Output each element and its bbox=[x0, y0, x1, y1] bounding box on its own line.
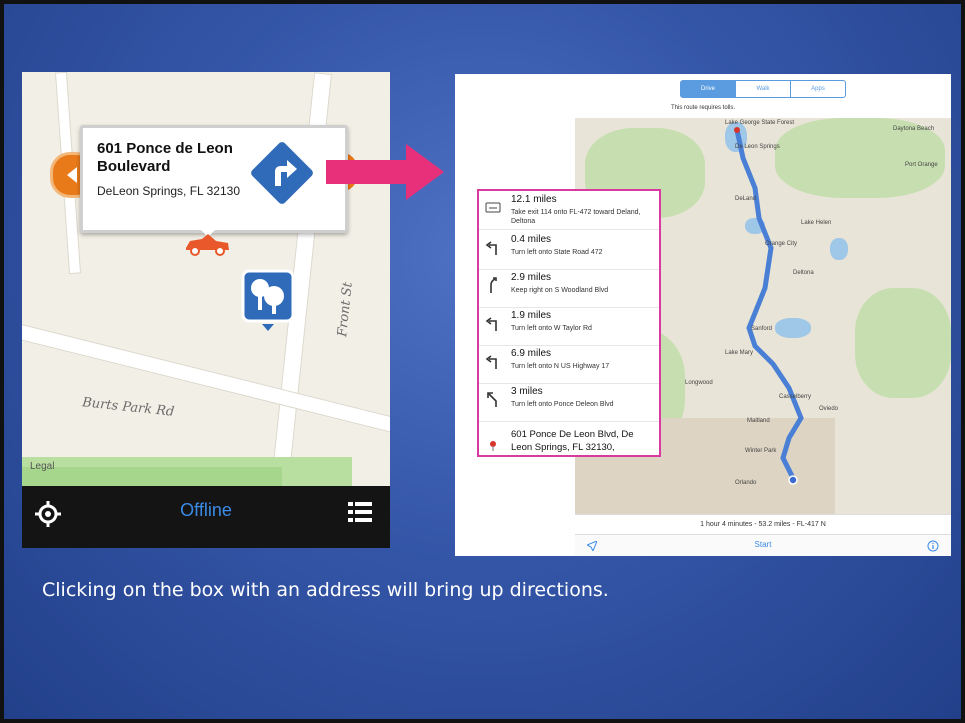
start-button[interactable]: Start bbox=[575, 540, 951, 549]
park-icon[interactable] bbox=[240, 268, 296, 332]
city-label: De Leon Springs bbox=[735, 144, 780, 150]
city-label: Winter Park bbox=[745, 448, 777, 454]
direction-step[interactable]: 0.4 miles Turn left onto State Road 472 bbox=[479, 231, 659, 270]
step-instruction: Turn left onto N US Highway 17 bbox=[511, 363, 610, 370]
street-label: Burts Park Rd bbox=[81, 395, 175, 420]
bottom-toolbar: Offline bbox=[22, 486, 390, 548]
direction-step[interactable]: 1.9 miles Turn left onto W Taylor Rd bbox=[479, 307, 659, 346]
tab-drive[interactable]: Drive bbox=[681, 81, 736, 97]
tab-walk[interactable]: Walk bbox=[736, 81, 791, 97]
step-distance: 6.9 miles bbox=[511, 348, 552, 359]
city-label: Oviedo bbox=[819, 406, 839, 412]
turn-left-icon bbox=[485, 317, 497, 331]
destination-pin-icon bbox=[490, 441, 496, 451]
arrow-icon bbox=[326, 144, 444, 200]
step-distance: 3 miles bbox=[511, 386, 543, 397]
step-distance: 0.4 miles bbox=[511, 234, 552, 245]
turn-left-icon bbox=[485, 355, 497, 369]
city-label: Lake George State Forest bbox=[725, 120, 795, 126]
car-icon[interactable] bbox=[182, 232, 232, 256]
city-label: Deltona bbox=[793, 270, 814, 276]
slide-caption: Clicking on the box with an address will… bbox=[42, 579, 609, 601]
city-label: Longwood bbox=[685, 380, 713, 386]
step-instruction: Turn left onto State Road 472 bbox=[511, 249, 603, 256]
step-instruction: Take exit 114 onto FL-472 toward Deland,… bbox=[511, 209, 641, 225]
turn-left-icon bbox=[485, 241, 497, 255]
info-icon[interactable] bbox=[927, 540, 939, 552]
step-distance: 2.9 miles bbox=[511, 272, 552, 283]
city-label: Orlando bbox=[735, 480, 757, 486]
city-label: Orange City bbox=[765, 241, 798, 247]
tab-apps[interactable]: Apps bbox=[791, 81, 845, 97]
direction-step[interactable]: 12.1 miles Take exit 114 onto FL-472 tow… bbox=[479, 191, 659, 230]
exit-icon bbox=[485, 202, 501, 213]
step-instruction: Turn left onto Ponce Deleon Blvd bbox=[511, 401, 614, 408]
directions-list: 12.1 miles Take exit 114 onto FL-472 tow… bbox=[477, 189, 661, 457]
step-instruction: Keep right on S Woodland Blvd bbox=[511, 287, 609, 294]
directions-turn-icon[interactable] bbox=[247, 138, 317, 208]
slight-left-icon bbox=[487, 392, 497, 407]
city-label: Maitland bbox=[747, 418, 770, 424]
address-callout[interactable]: 601 Ponce de Leon Boulevard DeLeon Sprin… bbox=[80, 125, 348, 233]
direction-step[interactable]: 2.9 miles Keep right on S Woodland Blvd bbox=[479, 269, 659, 308]
city-label: Lake Mary bbox=[725, 350, 754, 356]
transport-mode-tabs: Drive Walk Apps bbox=[680, 80, 846, 98]
keep-right-icon bbox=[490, 277, 497, 293]
offline-status: Offline bbox=[180, 500, 232, 520]
city-label: Lake Helen bbox=[801, 220, 832, 226]
city-label: Casselberry bbox=[779, 394, 812, 400]
road bbox=[22, 321, 390, 439]
step-instruction: Turn left onto W Taylor Rd bbox=[511, 325, 592, 332]
list-icon[interactable] bbox=[348, 500, 372, 524]
direction-step[interactable]: 6.9 miles Turn left onto N US Highway 17 bbox=[479, 345, 659, 384]
slide: Front St Burts Park Rd Legal 601 Ponce d… bbox=[0, 0, 965, 723]
ipad-bottom-bar: Start bbox=[575, 534, 951, 556]
direction-step[interactable]: 3 miles Turn left onto Ponce Deleon Blvd bbox=[479, 383, 659, 422]
city-label: DeLand bbox=[735, 196, 757, 202]
step-distance: 12.1 miles bbox=[511, 194, 557, 205]
step-distance: 1.9 miles bbox=[511, 310, 552, 321]
callout-address: DeLeon Springs, FL 32130 bbox=[97, 184, 240, 198]
route-summary: 1 hour 4 minutes - 53.2 miles - FL-417 N bbox=[575, 514, 951, 535]
legal-link[interactable]: Legal bbox=[30, 461, 54, 472]
street-label: Front St bbox=[335, 281, 356, 338]
city-label: Port Orange bbox=[905, 162, 938, 168]
city-label: Sanford bbox=[751, 326, 773, 332]
city-label: Daytona Beach bbox=[893, 126, 935, 132]
tolls-notice: This route requires tolls. bbox=[670, 105, 736, 111]
destination-address: 601 Ponce De Leon Blvd, De Leon Springs,… bbox=[511, 429, 634, 453]
callout-title: 601 Ponce de Leon Boulevard bbox=[97, 140, 233, 175]
